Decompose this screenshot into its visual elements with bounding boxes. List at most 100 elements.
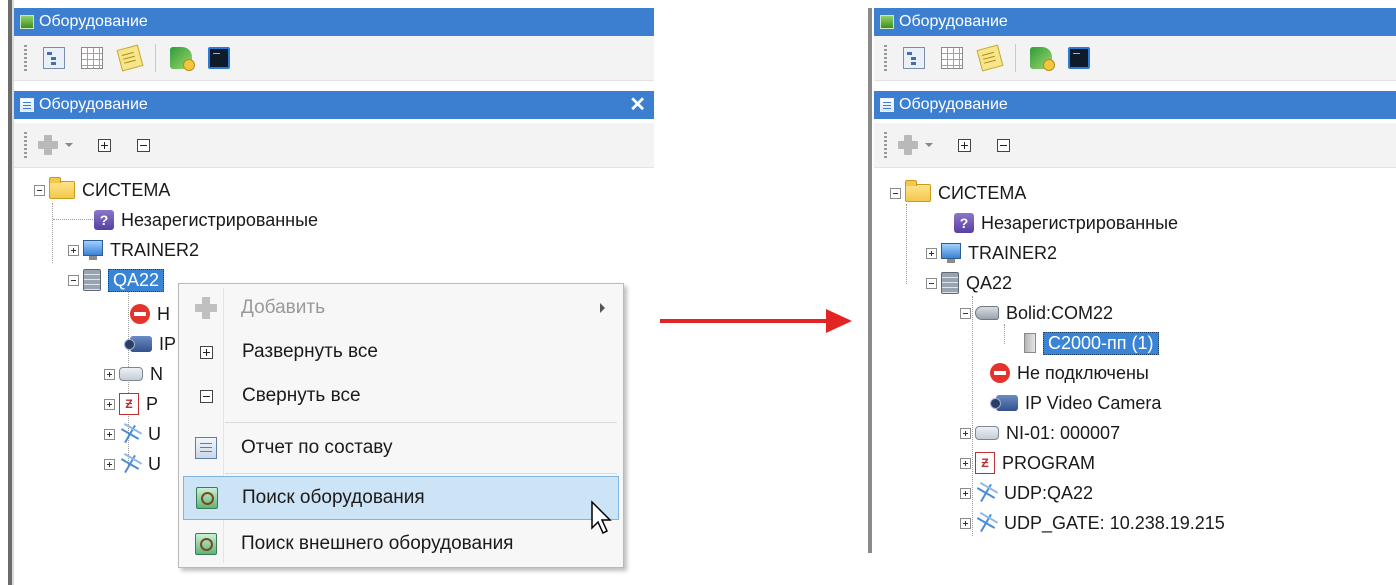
transition-arrow (660, 319, 830, 323)
menu-item-collapse-all[interactable]: Свернуть все (183, 374, 619, 418)
run-button[interactable] (1030, 47, 1055, 71)
tree-node-udp[interactable]: UDP:QA22 (960, 478, 1093, 508)
tree-node-trainer[interactable]: TRAINER2 (68, 235, 199, 265)
collapse-icon[interactable] (890, 187, 901, 199)
node-label: IP (159, 333, 177, 354)
tree-node-trainer[interactable]: TRAINER2 (926, 238, 1057, 268)
context-menu: Добавить Развернуть все Свернуть все Отч… (178, 283, 624, 568)
toolbar-grip[interactable] (24, 132, 27, 158)
toolbar-grip[interactable] (884, 132, 887, 158)
chevron-down-icon[interactable] (65, 143, 73, 147)
tree-node-udp[interactable]: U (104, 419, 161, 449)
tree-node-system[interactable]: СИСТЕМА (34, 175, 170, 205)
menu-item-add[interactable]: Добавить (183, 286, 619, 330)
expand-icon[interactable] (960, 517, 971, 529)
collapse-icon[interactable] (926, 277, 937, 289)
menu-separator (225, 473, 617, 474)
tree-view-button[interactable] (903, 47, 925, 69)
collapse-all-button[interactable] (137, 138, 150, 152)
panel-title: Оборудование (899, 96, 1008, 113)
program-icon: Ƶ (119, 393, 139, 415)
tree-icon (880, 98, 894, 112)
node-label: Незарегистрированные (121, 209, 319, 230)
expand-icon[interactable] (960, 487, 971, 499)
menu-item-search-external[interactable]: Поиск внешнего оборудования (183, 522, 619, 566)
expand-icon[interactable] (104, 428, 115, 440)
expand-all-button[interactable] (98, 138, 111, 152)
tree-node-unregistered[interactable]: ? Незарегистрированные (954, 208, 1178, 238)
server-icon (83, 269, 101, 291)
tree-node-not-connected[interactable]: Не подключены (990, 358, 1149, 388)
menu-label: Добавить (241, 297, 325, 318)
terminal-button[interactable] (208, 47, 230, 69)
node-label: P (146, 393, 159, 414)
run-button[interactable] (170, 47, 195, 71)
node-label: IP Video Camera (1025, 392, 1162, 413)
tree-node-qa22[interactable]: QA22 (926, 268, 1012, 298)
close-icon[interactable]: ✕ (629, 91, 646, 119)
chevron-down-icon[interactable] (925, 143, 933, 147)
add-icon (195, 297, 217, 319)
expand-icon[interactable] (926, 247, 937, 259)
expand-icon[interactable] (104, 368, 115, 380)
terminal-button[interactable] (1068, 47, 1090, 69)
menu-item-search-equipment[interactable]: Поиск оборудования (183, 476, 619, 520)
tree-node-ip-camera[interactable]: IP (124, 329, 177, 359)
menu-label: Отчет по составу (241, 437, 393, 458)
toolbar-grip[interactable] (884, 45, 887, 71)
expand-icon[interactable] (104, 398, 115, 410)
window-title: Оборудование (899, 13, 1008, 30)
tree-guide (52, 203, 54, 263)
notes-button[interactable] (116, 44, 144, 72)
right-window-edge (868, 8, 872, 553)
grid-view-button[interactable] (81, 47, 103, 69)
notes-button[interactable] (976, 44, 1004, 72)
menu-item-report[interactable]: Отчет по составу (183, 426, 619, 470)
expand-icon[interactable] (68, 244, 79, 256)
collapse-icon[interactable] (68, 274, 79, 286)
collapse-icon[interactable] (34, 184, 45, 196)
expand-all-button[interactable] (958, 138, 971, 152)
question-icon: ? (94, 210, 114, 230)
menu-item-expand-all[interactable]: Развернуть все (183, 330, 619, 374)
node-label: TRAINER2 (110, 239, 200, 260)
tree-node-system[interactable]: СИСТЕМА (890, 178, 1026, 208)
tree-node-udp-gate[interactable]: UDP_GATE: 10.238.19.215 (960, 508, 1225, 538)
device-icon (1024, 333, 1036, 353)
expand-icon (200, 345, 213, 359)
expand-icon[interactable] (104, 458, 115, 470)
monitor-icon (941, 243, 961, 263)
tree-node-not-connected[interactable]: H (130, 299, 170, 329)
drive-icon (975, 426, 999, 440)
tree-node-bolid[interactable]: Bolid:COM22 (960, 298, 1113, 328)
grid-view-button[interactable] (941, 47, 963, 69)
node-label: UDP_GATE: 10.238.19.215 (1004, 512, 1225, 533)
tree-node-program[interactable]: Ƶ PROGRAM (960, 448, 1095, 478)
expand-icon[interactable] (960, 457, 971, 469)
tree-node-udp-gate[interactable]: U (104, 449, 161, 479)
add-icon[interactable] (37, 134, 59, 156)
tree-node-unregistered[interactable]: ? Незарегистрированные (94, 205, 318, 235)
expand-icon[interactable] (960, 427, 971, 439)
main-toolbar (874, 36, 1396, 81)
menu-label: Поиск оборудования (242, 487, 425, 508)
tree-view-button[interactable] (43, 47, 65, 69)
tree-node-ni[interactable]: NI-01: 000007 (960, 418, 1120, 448)
tree-icon (20, 98, 34, 112)
tree-node-ni[interactable]: N (104, 359, 163, 389)
collapse-all-button[interactable] (997, 138, 1010, 152)
tree-node-c2000[interactable]: С2000-пп (1) (1024, 328, 1159, 358)
tree-node-ip-camera[interactable]: IP Video Camera (990, 388, 1162, 418)
collapse-icon[interactable] (960, 307, 971, 319)
add-icon[interactable] (897, 134, 919, 156)
node-label: N (150, 363, 163, 384)
tree-node-qa22[interactable]: QA22 (68, 265, 165, 295)
node-label: Bolid:COM22 (1006, 302, 1114, 323)
tree-guide (906, 204, 908, 284)
drive-icon (119, 367, 143, 381)
equipment-icon (880, 15, 894, 29)
tree-node-program[interactable]: Ƶ P (104, 389, 158, 419)
toolbar-grip[interactable] (24, 45, 27, 71)
network-icon (975, 512, 997, 534)
node-label: NI-01: 000007 (1006, 422, 1121, 443)
